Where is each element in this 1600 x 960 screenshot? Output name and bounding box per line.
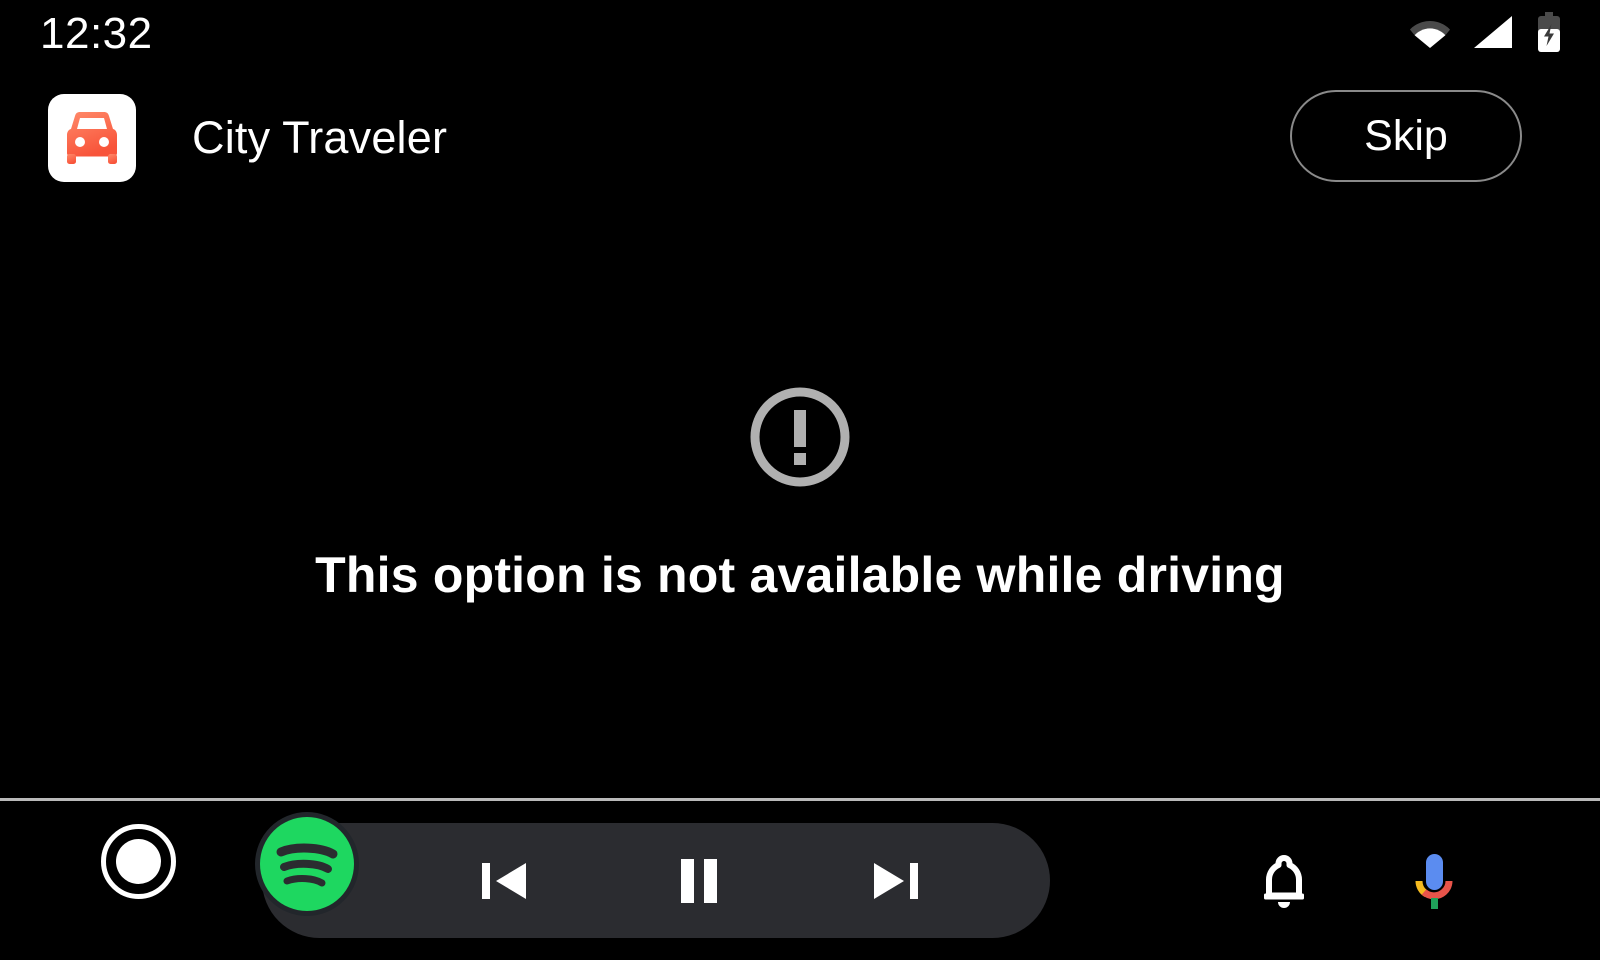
next-track-button[interactable]	[837, 823, 952, 938]
wifi-icon	[1410, 16, 1450, 48]
google-assistant-mic-icon[interactable]	[1376, 823, 1491, 938]
status-bar: 12:32	[0, 0, 1600, 66]
cellular-signal-icon	[1472, 15, 1514, 49]
battery-charging-icon	[1536, 12, 1562, 52]
notifications-bell-icon[interactable]	[1226, 823, 1341, 938]
app-header: City Traveler Skip	[0, 82, 1600, 188]
pause-button[interactable]	[641, 823, 756, 938]
status-clock: 12:32	[40, 9, 153, 58]
home-button-inner	[116, 839, 161, 884]
app-title: City Traveler	[192, 112, 448, 163]
previous-track-button[interactable]	[447, 823, 562, 938]
status-icon-group	[1410, 12, 1562, 52]
home-button[interactable]	[101, 824, 176, 899]
skip-button[interactable]: Skip	[1290, 90, 1522, 182]
android-auto-screen: 12:32 City Traveler Skip This option is …	[0, 0, 1600, 960]
spotify-app-icon[interactable]	[255, 812, 359, 916]
warning-message: This option is not available while drivi…	[315, 547, 1285, 603]
error-exclamation-circle-icon	[747, 384, 853, 490]
main-content: This option is not available while drivi…	[0, 188, 1600, 800]
car-app-icon	[48, 94, 136, 182]
